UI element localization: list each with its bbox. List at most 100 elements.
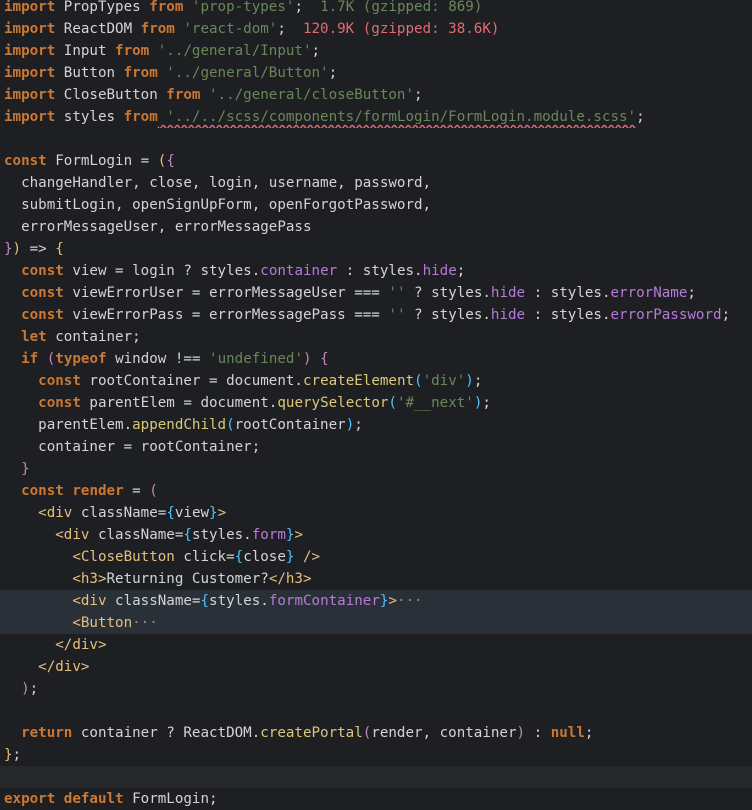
code-line[interactable]: const rootContainer = document.createEle…: [0, 370, 752, 392]
code-editor[interactable]: import PropTypes from 'prop-types'; 1.7K…: [0, 0, 752, 807]
code-line[interactable]: <CloseButton click={close} />: [0, 546, 752, 568]
code-line[interactable]: [0, 766, 752, 788]
code-token: const: [21, 307, 64, 323]
code-token: ;: [294, 0, 303, 15]
code-token: from: [149, 0, 184, 15]
code-token: <CloseButton: [72, 549, 175, 565]
code-token: import: [4, 87, 56, 103]
code-token: render: [72, 483, 124, 499]
code-token: =>: [21, 241, 56, 257]
code-line[interactable]: const viewErrorUser = errorMessageUser =…: [0, 282, 752, 304]
code-token: >: [217, 505, 227, 521]
code-token: ···: [132, 615, 158, 631]
code-token: : styles.: [337, 263, 423, 279]
code-token: ;: [721, 307, 731, 323]
code-line[interactable]: submitLogin, openSignUpForm, openForgotP…: [0, 194, 752, 216]
code-token: querySelector: [277, 395, 389, 411]
code-line[interactable]: parentElem.appendChild(rootContainer);: [0, 414, 752, 436]
code-line[interactable]: errorMessageUser, errorMessagePass: [0, 216, 752, 238]
code-line[interactable]: </div>: [0, 634, 752, 656]
code-token: {: [55, 241, 64, 257]
code-line[interactable]: };: [0, 744, 752, 766]
code-token: let: [21, 329, 47, 345]
code-line[interactable]: }) => {: [0, 238, 752, 260]
code-line[interactable]: if (typeof window !== 'undefined') {: [0, 348, 752, 370]
code-token: '../general/closeButton': [200, 87, 415, 103]
code-token: }: [21, 461, 30, 477]
code-line[interactable]: const FormLogin = ({: [0, 150, 752, 172]
code-line[interactable]: [0, 700, 752, 722]
code-line[interactable]: import Button from '../general/Button';: [0, 62, 752, 84]
code-line[interactable]: container = rootContainer;: [0, 436, 752, 458]
code-line[interactable]: <div className={styles.form}>: [0, 524, 752, 546]
code-line[interactable]: import Input from '../general/Input';: [0, 40, 752, 62]
code-token: >: [388, 593, 397, 609]
code-token: </div>: [55, 637, 107, 653]
code-token: errorPassword: [610, 307, 722, 323]
code-line[interactable]: }: [0, 458, 752, 480]
code-token: 1.7K (gzipped: 869): [302, 0, 483, 15]
code-token: typeof: [55, 351, 107, 367]
code-line[interactable]: let container;: [0, 326, 752, 348]
code-line[interactable]: <Button···: [0, 612, 752, 634]
code-token: (: [46, 351, 56, 367]
code-token: {: [234, 549, 244, 565]
code-line[interactable]: changeHandler, close, login, username, p…: [0, 172, 752, 194]
code-token: from: [123, 65, 158, 81]
code-line[interactable]: import ReactDOM from 'react-dom'; 120.9K…: [0, 18, 752, 40]
code-token: styles.: [209, 593, 269, 609]
code-token: '#__next': [396, 395, 474, 411]
code-line[interactable]: <h3>Returning Customer?</h3>: [0, 568, 752, 590]
code-token: if: [21, 351, 39, 367]
code-line[interactable]: import styles from '../../scss/component…: [0, 106, 752, 128]
code-line[interactable]: <div className={view}>: [0, 502, 752, 524]
code-token: const: [21, 483, 64, 499]
code-line[interactable]: <div className={styles.formContainer}>··…: [0, 590, 752, 612]
code-token: ;: [328, 65, 338, 81]
code-line[interactable]: </div>: [0, 656, 752, 678]
code-token: '../../scss/components/formLogin/FormLog…: [157, 109, 637, 125]
code-line[interactable]: const render = (: [0, 480, 752, 502]
code-token: ? styles.: [405, 307, 491, 323]
code-line[interactable]: [0, 128, 752, 150]
code-token: ;: [687, 285, 696, 301]
code-token: hide: [490, 307, 526, 323]
code-token: errorName: [610, 285, 688, 301]
code-token: window !==: [106, 351, 210, 367]
code-token: PropTypes: [55, 0, 150, 15]
code-line[interactable]: import PropTypes from 'prop-types'; 1.7K…: [0, 0, 752, 18]
code-token: render, container: [371, 725, 517, 741]
code-token: const: [38, 373, 81, 389]
code-line[interactable]: return container ? ReactDOM.createPortal…: [0, 722, 752, 744]
code-token: >: [294, 527, 303, 543]
code-token: Input: [55, 43, 116, 59]
code-line[interactable]: import CloseButton from '../general/clos…: [0, 84, 752, 106]
code-token: (: [388, 395, 397, 411]
code-line[interactable]: const parentElem = document.querySelecto…: [0, 392, 752, 414]
code-line[interactable]: const view = login ? styles.container : …: [0, 260, 752, 282]
code-token: styles.: [191, 527, 252, 543]
code-line[interactable]: const viewErrorPass = errorMessagePass =…: [0, 304, 752, 326]
code-token: 120.9K (gzipped: 38.6K): [285, 21, 500, 37]
code-token: appendChild: [132, 417, 227, 433]
code-token: <div: [72, 593, 107, 609]
code-token: : styles.: [525, 307, 611, 323]
code-token: </div>: [38, 659, 90, 675]
code-token: from: [140, 21, 175, 37]
code-token: import: [4, 43, 56, 59]
code-token: ;: [414, 87, 423, 103]
code-token: 'div': [422, 373, 466, 389]
code-token: 'prop-types': [183, 0, 295, 15]
code-line[interactable]: );: [0, 678, 752, 700]
